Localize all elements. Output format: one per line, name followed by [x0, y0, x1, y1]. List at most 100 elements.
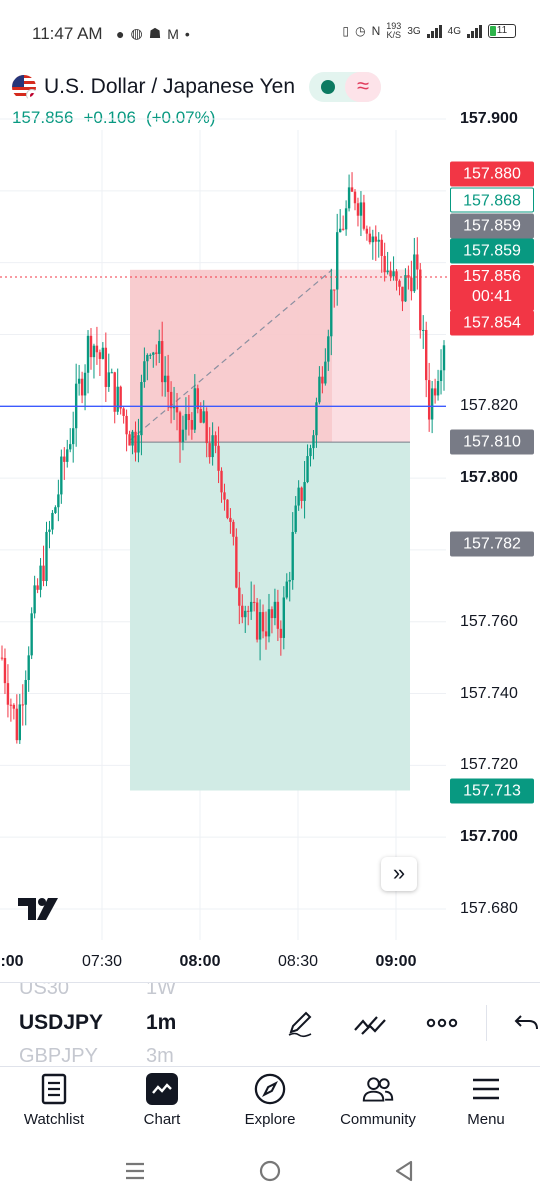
- price-axis-badge-red[interactable]: 157.854: [450, 310, 534, 336]
- candle-body: [315, 402, 318, 436]
- price-axis-badge-red[interactable]: 157.880: [450, 161, 534, 187]
- market-status-pill[interactable]: ≈: [309, 72, 381, 102]
- price-axis-badge-gray[interactable]: 157.782: [450, 531, 534, 557]
- price-badge-value: 157.713: [463, 782, 521, 800]
- candle-body: [220, 470, 223, 493]
- signal-icon-2: [467, 24, 482, 38]
- candle-body: [226, 499, 229, 518]
- symbol-header[interactable]: U.S. Dollar / Japanese Yen ≈: [12, 72, 381, 102]
- candle-body: [247, 610, 250, 612]
- time-tick-label: 08:30: [277, 953, 319, 970]
- candle-body: [116, 386, 119, 412]
- candle-body: [442, 345, 446, 371]
- candle-body: [131, 431, 134, 446]
- more-icon[interactable]: [424, 1005, 460, 1041]
- picker-symbol[interactable]: USDJPY: [19, 1011, 103, 1035]
- candle-body: [436, 381, 440, 396]
- price-axis-badge-gray[interactable]: 157.859: [450, 213, 534, 239]
- battery-icon: 11: [488, 24, 516, 38]
- picker-interval[interactable]: 1m: [146, 1011, 176, 1035]
- candle-body: [312, 435, 315, 449]
- indicators-icon[interactable]: [352, 1005, 388, 1041]
- symbol-interval-picker[interactable]: US30 1W USDJPY 1m GBPJPY 3m: [0, 982, 540, 1066]
- candle-body: [71, 428, 75, 445]
- price-axis-badge-gray[interactable]: 157.810: [450, 429, 534, 455]
- price-tick-label: 157.720: [460, 756, 518, 774]
- market-open-icon: [321, 80, 335, 94]
- bottom-navigation: Watchlist Chart Explore Community Menu: [0, 1066, 540, 1142]
- candle-body: [223, 492, 226, 500]
- price-tick-label: 157.740: [460, 684, 518, 702]
- nav-chart[interactable]: Chart: [108, 1067, 216, 1142]
- candle-body: [214, 435, 217, 446]
- candle-body: [181, 429, 185, 442]
- candle-body: [321, 376, 324, 384]
- candle-body: [356, 203, 360, 216]
- notification-icons: ● ◍ ☗ M •: [116, 25, 190, 42]
- price-badge-value: 157.854: [463, 314, 521, 332]
- candle-body: [333, 289, 336, 291]
- price-tick-label: 157.760: [460, 612, 518, 630]
- quote-row: 157.856 +0.106 (+0.07%): [12, 108, 215, 128]
- nav-watchlist[interactable]: Watchlist: [0, 1067, 108, 1142]
- candle-body: [45, 531, 48, 582]
- price-axis-badge-red[interactable]: 157.856 00:41: [450, 265, 534, 311]
- community-icon: [362, 1073, 394, 1105]
- candle-body: [341, 228, 345, 230]
- toolbar-divider: [486, 1005, 487, 1041]
- candle-body: [18, 704, 21, 741]
- price-axis-badge-outline[interactable]: 157.868: [450, 187, 534, 213]
- picker-next-interval[interactable]: 3m: [146, 1045, 174, 1066]
- drawing-pen-icon[interactable]: [282, 1005, 318, 1041]
- home-icon[interactable]: [255, 1156, 285, 1186]
- price-change-percent: (+0.07%): [145, 108, 216, 127]
- candle-body: [0, 657, 4, 659]
- price-badge-value: 157.868: [463, 192, 521, 210]
- picker-prev-interval[interactable]: 1W: [146, 983, 176, 1000]
- candle-body: [119, 386, 122, 409]
- price-axis-badge-green[interactable]: 157.713: [450, 778, 534, 804]
- candle-body: [232, 521, 235, 537]
- mail-icon: M: [167, 25, 179, 42]
- candle-body: [439, 370, 443, 382]
- scroll-to-realtime-button[interactable]: »: [381, 857, 417, 891]
- candle-body: [350, 187, 354, 192]
- candle-body: [416, 254, 419, 270]
- last-price: 157.856: [12, 108, 74, 127]
- candle-body: [30, 613, 33, 656]
- candle-body: [172, 406, 176, 409]
- candle-body: [235, 536, 238, 588]
- undo-icon[interactable]: [508, 1005, 540, 1041]
- nav-menu[interactable]: Menu: [432, 1067, 540, 1142]
- candle-body: [63, 456, 66, 462]
- picker-next-symbol[interactable]: GBPJPY: [19, 1045, 98, 1066]
- price-axis-badge-green[interactable]: 157.859: [450, 238, 534, 264]
- nav-community[interactable]: Community: [324, 1067, 432, 1142]
- candle-body: [6, 683, 10, 705]
- candle-body: [110, 372, 113, 374]
- candle-body: [208, 443, 211, 458]
- candle-body: [57, 494, 60, 508]
- candle-body: [202, 411, 205, 423]
- candle-body: [294, 505, 297, 532]
- recent-apps-icon[interactable]: [120, 1156, 150, 1186]
- symbol-title[interactable]: U.S. Dollar / Japanese Yen: [44, 75, 295, 99]
- picker-prev-symbol[interactable]: US30: [19, 983, 69, 1000]
- candle-body: [160, 341, 164, 383]
- nav-explore-label: Explore: [244, 1111, 296, 1128]
- candle-body: [255, 602, 259, 640]
- candle-body: [427, 380, 431, 420]
- candle-body: [80, 378, 84, 396]
- candle-body: [158, 341, 161, 354]
- candle-body: [404, 275, 407, 302]
- candle-body: [401, 286, 404, 302]
- take-profit-zone: [130, 442, 410, 791]
- back-icon[interactable]: [389, 1156, 419, 1186]
- chart-nav-icon: [146, 1073, 178, 1105]
- status-bar: 11:47 AM ● ◍ ☗ M • ▯ ◷ N 193 K/S 3G 4G 1…: [0, 0, 540, 68]
- hamburger-menu-icon: [470, 1073, 502, 1105]
- nav-explore[interactable]: Explore: [216, 1067, 324, 1142]
- candle-body: [264, 631, 268, 637]
- bar-countdown: 00:41: [471, 288, 513, 305]
- candle-body: [395, 271, 398, 281]
